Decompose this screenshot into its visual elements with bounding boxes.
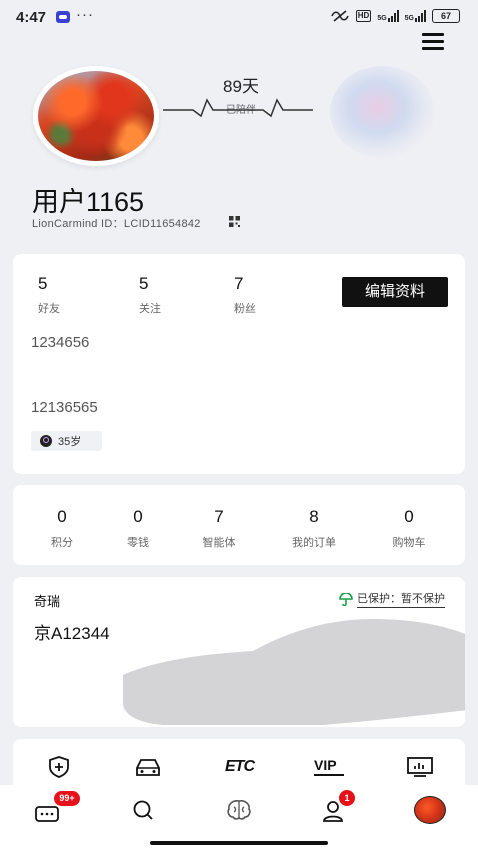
home-indicator[interactable] [150, 841, 328, 845]
mute-icon [331, 10, 349, 22]
gender-icon [40, 435, 52, 447]
metric-points[interactable]: 0 积分 [27, 507, 97, 550]
stat-value: 5 [38, 274, 48, 293]
metric-wallet[interactable]: 0 零钱 [103, 507, 173, 550]
contacts-badge: 1 [339, 790, 355, 806]
status-bar: 4:47 ··· HD 5G 5G 67 [0, 0, 478, 34]
heartbeat-line-icon [163, 98, 313, 118]
metric-orders[interactable]: 8 我的订单 [279, 507, 349, 550]
metric-value: 8 [309, 507, 319, 526]
vehicle-card[interactable]: 奇瑞 京A12344 已保护：暂不保护 [13, 577, 465, 727]
username: 用户1165 [32, 187, 145, 217]
vehicle-brand: 奇瑞 [34, 594, 61, 609]
car-silhouette-image [123, 619, 465, 725]
brain-image[interactable] [330, 66, 435, 158]
age-badge: 35岁 [31, 431, 102, 451]
battery-icon: 67 [432, 9, 460, 23]
tab-messages[interactable]: 99+ [30, 791, 80, 825]
metric-agents[interactable]: 7 智能体 [184, 507, 254, 550]
age-text: 35岁 [58, 436, 82, 448]
metric-value: 0 [404, 507, 414, 526]
vehicle-plate: 京A12344 [34, 624, 110, 643]
more-notifications-icon: ··· [76, 6, 94, 23]
hd-icon: HD [355, 10, 372, 22]
signal-icon-1: 5G [377, 10, 399, 22]
metric-value: 0 [57, 507, 67, 526]
stat-fans[interactable]: 7 粉丝 [234, 274, 256, 316]
qr-code-icon[interactable] [229, 216, 240, 227]
stat-value: 5 [139, 274, 149, 293]
app-notification-icon [56, 11, 70, 23]
search-icon [133, 800, 153, 820]
metric-label: 零钱 [127, 537, 149, 549]
stat-label: 粉丝 [234, 303, 256, 315]
profile-card: 5 好友 5 关注 7 粉丝 编辑资料 1234656 12136565 35岁 [13, 254, 465, 474]
info-line-1: 1234656 [31, 334, 90, 351]
bottom-tab-bar: 99+ 1 [0, 785, 478, 850]
days-value: 89天 [223, 77, 259, 96]
protection-status[interactable]: 已保护：暂不保护 [339, 590, 445, 608]
brain-icon [227, 800, 251, 820]
shield-plus-icon[interactable] [45, 756, 73, 778]
signal-icon-2: 5G [405, 10, 426, 22]
tab-brain[interactable] [219, 795, 259, 825]
metric-value: 7 [214, 507, 224, 526]
stat-label: 好友 [38, 303, 60, 315]
umbrella-icon [339, 592, 353, 606]
metric-label: 智能体 [202, 537, 236, 549]
protection-text: 已保护：暂不保护 [357, 590, 445, 608]
metrics-card: 0 积分 0 零钱 7 智能体 8 我的订单 0 购物车 [13, 485, 465, 565]
menu-icon[interactable] [422, 33, 444, 51]
metric-label: 我的订单 [292, 537, 336, 549]
edit-profile-button[interactable]: 编辑资料 [342, 277, 448, 307]
stat-following[interactable]: 5 关注 [139, 274, 161, 316]
tab-search[interactable] [123, 795, 163, 825]
vip-icon[interactable]: VIP [314, 756, 344, 776]
metric-cart[interactable]: 0 购物车 [374, 507, 444, 550]
metric-label: 积分 [51, 537, 73, 549]
stat-value: 7 [234, 274, 244, 293]
messages-badge: 99+ [54, 791, 80, 806]
tab-profile-avatar[interactable] [414, 796, 446, 824]
stat-friends[interactable]: 5 好友 [38, 274, 60, 316]
monitor-chart-icon[interactable] [406, 756, 434, 778]
info-line-2: 12136565 [31, 399, 98, 416]
car-service-icon[interactable] [134, 756, 162, 778]
tab-contacts[interactable]: 1 [313, 790, 355, 825]
metric-label: 购物车 [392, 537, 426, 549]
metric-value: 0 [133, 507, 143, 526]
user-id: LionCarmind ID：LCID11654842 [32, 218, 201, 230]
status-indicators: HD 5G 5G 67 [330, 9, 460, 23]
status-time: 4:47 [16, 9, 47, 26]
avatar[interactable] [33, 66, 159, 166]
stat-label: 关注 [139, 303, 161, 315]
etc-icon[interactable]: ETC [225, 756, 259, 778]
